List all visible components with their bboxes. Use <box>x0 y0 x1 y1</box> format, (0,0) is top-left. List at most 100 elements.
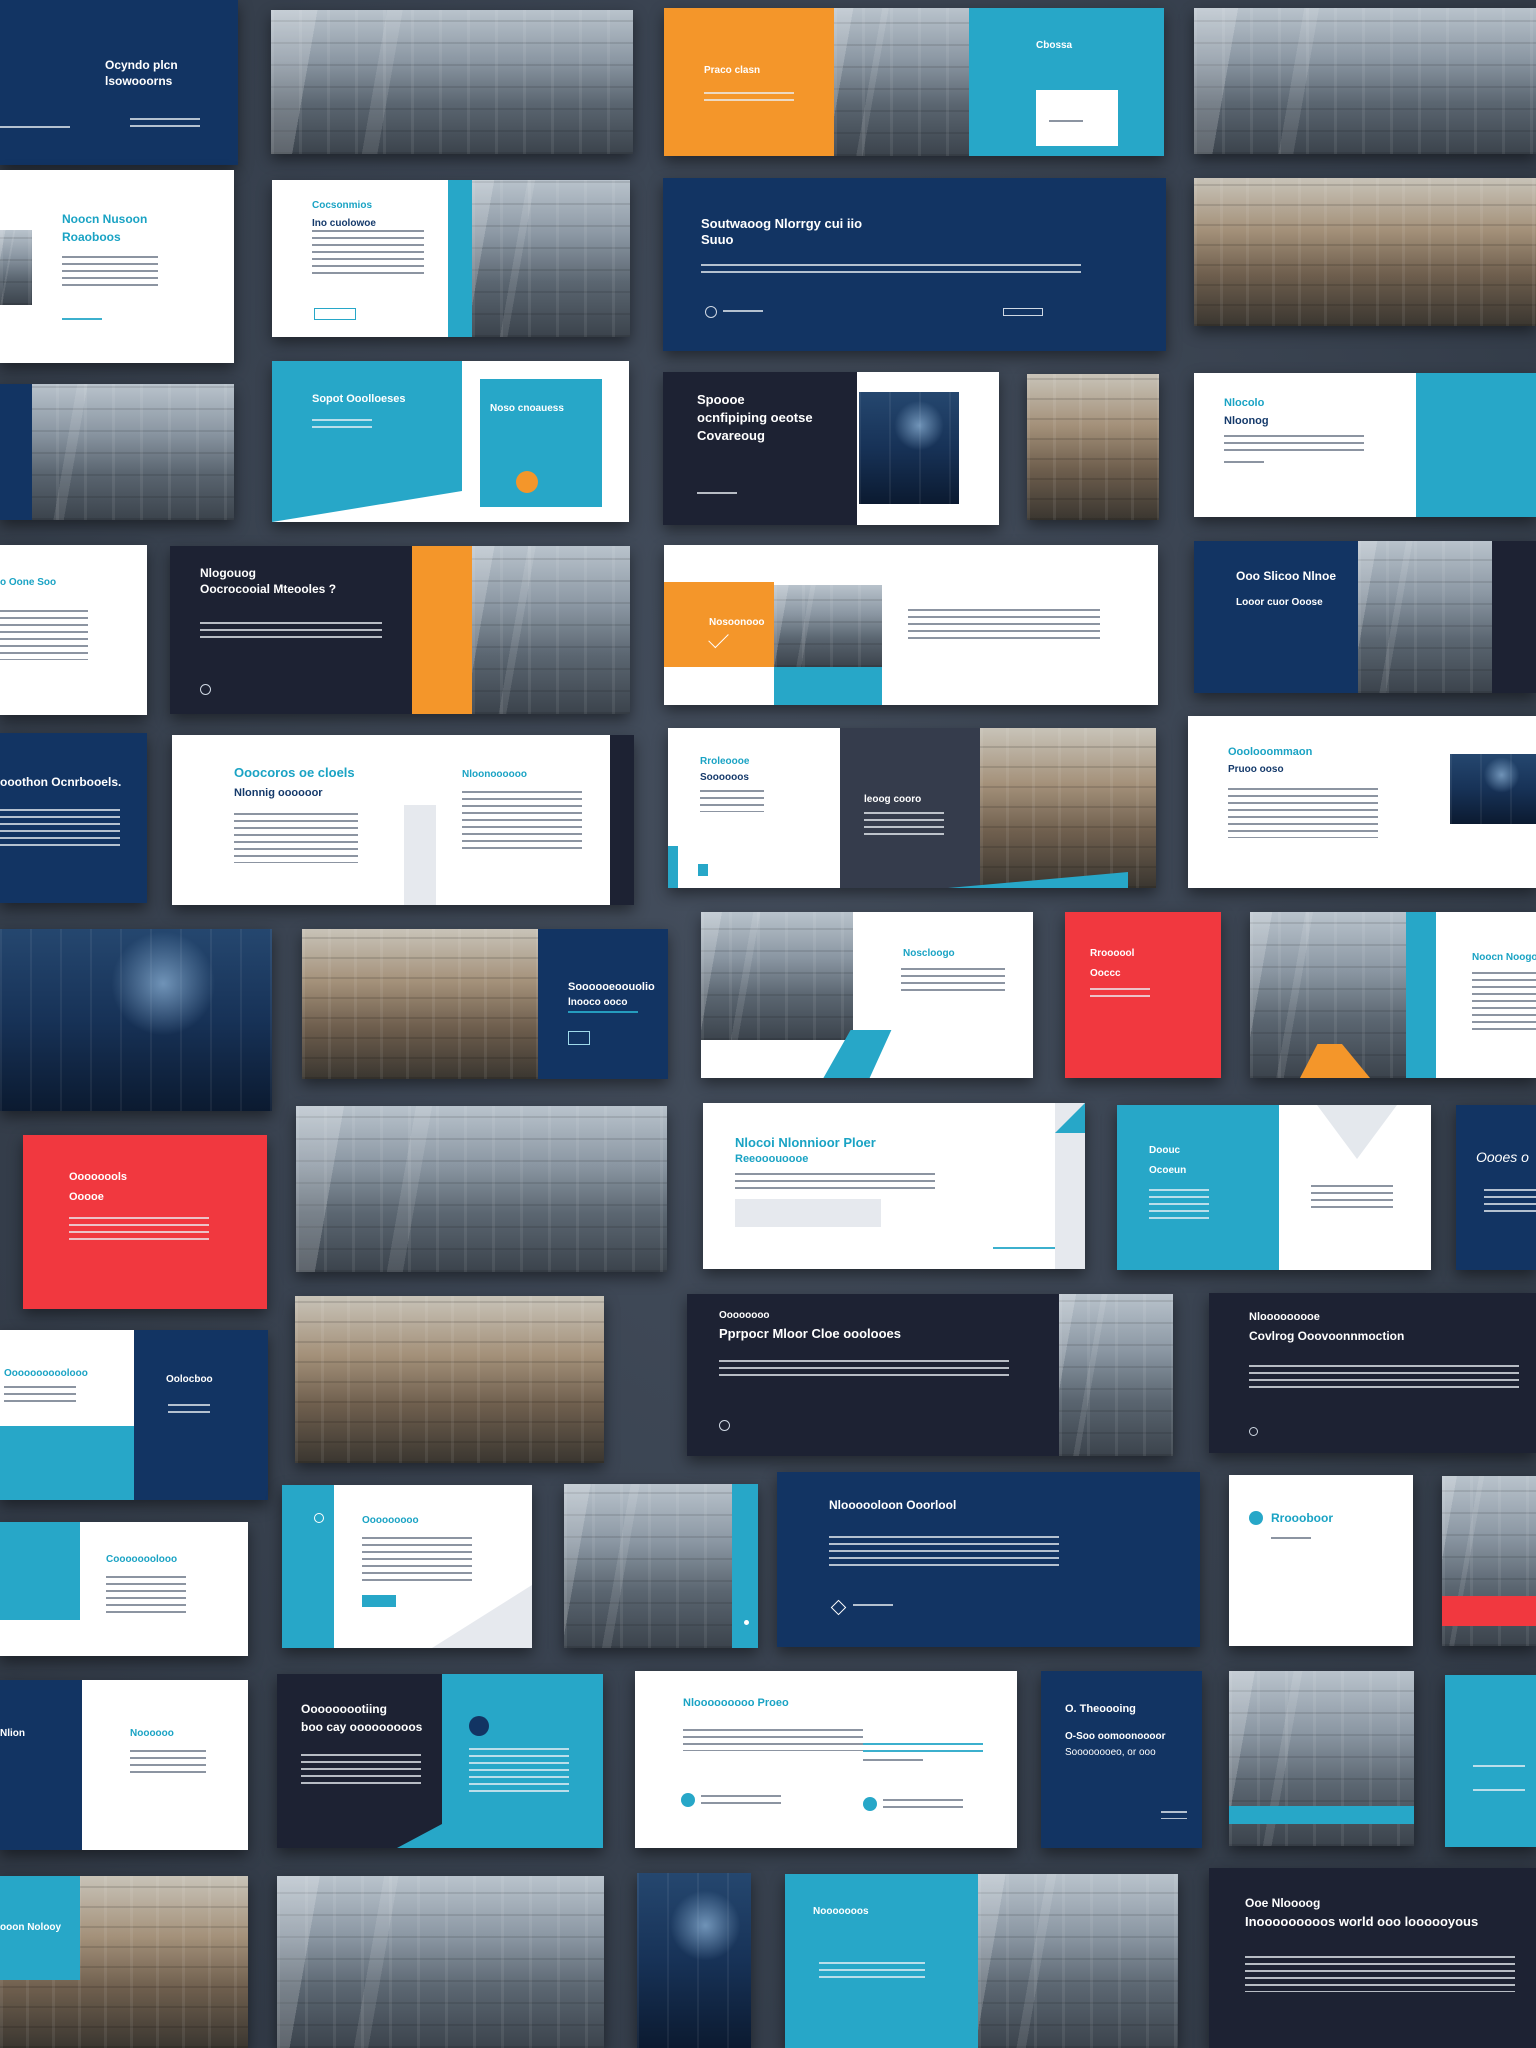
dot-icon <box>469 1716 489 1736</box>
slide-title: ooothon Ocnrbooels. <box>0 775 122 789</box>
slide-subtitle: Ooooe <box>69 1191 104 1203</box>
slide-title: Nosoonooo <box>709 617 765 628</box>
slide-thumbnail[interactable]: Ooe Nloooog Inooooooooos world ooo loooo… <box>1209 1868 1536 2048</box>
slide-body-text <box>69 1217 209 1243</box>
slide-subtitle: Oolocboo <box>166 1374 213 1385</box>
slide-body-text <box>1484 1189 1536 1215</box>
slide-photo[interactable] <box>271 10 633 154</box>
slide-thumbnail[interactable]: Nosoonooo <box>664 545 1158 705</box>
slide-thumbnail[interactable]: Cooooooolooo <box>0 1522 248 1656</box>
slide-body-text <box>735 1173 935 1189</box>
slide-title: Soooooeoouolio <box>568 981 655 993</box>
slide-thumbnail[interactable]: Cocsonmios Ino cuolowoe <box>272 180 630 337</box>
slide-title: Ooocoros oe cloels <box>234 765 355 780</box>
teal-strip <box>282 1485 334 1648</box>
slide-thumbnail[interactable]: Noocn Noogo <box>1250 912 1536 1078</box>
teal-strip <box>1406 912 1436 1078</box>
slide-title: Nlion <box>0 1728 25 1739</box>
slide-body-text <box>819 1962 925 1978</box>
slide-thumbnail[interactable]: Sopot Ooolloeses Noso cnoauess <box>272 361 629 522</box>
slide-photo[interactable] <box>1194 178 1536 326</box>
slide-thumbnail[interactable]: Ooocoros oe cloels Nlonnig oooooor Nloon… <box>172 735 634 905</box>
slide-photo[interactable] <box>277 1876 604 2048</box>
teal-strip <box>448 180 472 337</box>
slide-thumbnail[interactable]: Ooo Slicoo Nlnoe Looor cuor Ooose <box>1194 541 1536 693</box>
slide-thumbnail[interactable] <box>1445 1675 1536 1847</box>
slide-subtitle: ocnfipiping oeotse <box>697 410 813 425</box>
slide-title: Ooo Slicoo Nlnoe <box>1236 569 1337 583</box>
slide-body-text <box>0 610 88 660</box>
slide-thumbnail[interactable]: Ocyndo plcn lsowooorns <box>0 0 238 165</box>
slide-thumbnail[interactable]: Nloooooloon Ooorlool <box>777 1472 1200 1647</box>
slide-body-text <box>62 256 158 286</box>
slide-title: Soutwaoog Nlorrgy cui iio <box>701 216 863 231</box>
slide-thumbnail[interactable] <box>1229 1671 1414 1846</box>
slide-thumbnail[interactable]: Rroooool Ooccc <box>1065 912 1221 1078</box>
slide-thumbnail[interactable] <box>0 384 234 520</box>
slide-thumbnail[interactable] <box>564 1484 758 1648</box>
slide-thumbnail[interactable] <box>1442 1476 1536 1646</box>
teal-block <box>0 1426 134 1500</box>
slide-thumbnail[interactable]: Nlion Noooooo <box>0 1680 248 1850</box>
slide-subtitle: Soooooooeo, or ooo <box>1065 1747 1156 1758</box>
teal-panel <box>1416 373 1536 517</box>
slide-body-text <box>993 1247 1057 1251</box>
slide-thumbnail[interactable]: Soutwaoog Nlorrgy cui iio Suuo <box>663 178 1166 351</box>
slide-photo[interactable] <box>1027 374 1159 520</box>
slide-thumbnail[interactable]: Ooolooommaon Pruoo ooso <box>1188 716 1536 888</box>
slide-thumbnail[interactable]: Ooooooootiing boo cay ooooooooos <box>277 1674 603 1848</box>
slide-photo[interactable] <box>296 1106 667 1272</box>
slide-thumbnail[interactable]: Nooooooos <box>785 1874 1178 2048</box>
orange-strip <box>412 546 472 714</box>
slide-photo[interactable] <box>637 1873 751 2048</box>
slide-thumbnail[interactable]: Nlooooooooo Proeo <box>635 1671 1017 1848</box>
slide-body-text <box>1149 1189 1209 1219</box>
slide-body-text <box>1245 1956 1515 1992</box>
slide-thumbnail[interactable]: Doouc Ocoeun <box>1117 1105 1431 1270</box>
slide-thumbnail[interactable]: ooon Nolooy <box>0 1876 248 2048</box>
slide-thumbnail[interactable]: O. Theoooing O-Soo oomoonoooor Soooooooe… <box>1041 1671 1202 1848</box>
slide-photo <box>1059 1294 1173 1456</box>
slide-title: o Oone Soo <box>0 577 57 588</box>
slide-photo[interactable] <box>1194 8 1536 154</box>
slide-body-text <box>901 968 1005 996</box>
slide-template-board: Ocyndo plcn lsowooorns Praco clasn Cboss… <box>0 0 1536 2048</box>
slide-thumbnail[interactable]: ooothon Ocnrbooels. <box>0 733 147 903</box>
slide-photo[interactable] <box>0 929 272 1111</box>
slide-thumbnail[interactable]: Oooooooo Pprpocr Mloor Cloe ooolooes <box>687 1294 1173 1456</box>
slide-thumbnail[interactable]: Noocn Nusoon Roaoboos <box>0 170 234 363</box>
slide-thumbnail[interactable]: Nlooooooooe Covlrog Ooovoonnmoction <box>1209 1293 1536 1453</box>
slide-body-text <box>1161 1811 1187 1819</box>
slide-photo <box>980 728 1156 888</box>
slide-subtitle: Reeooouoooe <box>735 1153 809 1165</box>
slide-thumbnail[interactable]: Praco clasn Cbossa <box>664 8 1164 156</box>
slide-body-text <box>863 1743 983 1753</box>
slide-thumbnail[interactable]: Noscloogo <box>701 912 1033 1078</box>
slide-body-text <box>0 809 120 849</box>
slide-thumbnail[interactable]: Ooooooooo <box>282 1485 532 1648</box>
slide-thumbnail[interactable]: Nlogouog Oocrocooial Mteooles ? <box>170 546 630 714</box>
slide-thumbnail[interactable]: Spoooe ocnfipiping oeotse Covareoug <box>663 372 999 525</box>
slide-title: Nlogouog <box>200 566 256 580</box>
slide-thumbnail[interactable]: Oooooooooolooo Oolocboo <box>0 1330 268 1500</box>
slide-title: Ooe Nloooog <box>1245 1896 1321 1910</box>
slide-thumbnail[interactable]: Oooes o <box>1456 1105 1536 1270</box>
slide-body-text <box>1228 788 1378 838</box>
slide-thumbnail[interactable]: Oooooools Ooooe <box>23 1135 267 1309</box>
slide-photo <box>834 8 969 156</box>
dark-strip <box>610 735 634 905</box>
slide-thumbnail[interactable]: Rroooboor <box>1229 1475 1413 1646</box>
slide-title: Oooes o <box>1476 1149 1529 1165</box>
slide-thumbnail[interactable]: o Oone Soo <box>0 545 147 715</box>
slide-photo <box>978 1874 1178 2048</box>
slide-photo[interactable] <box>295 1296 604 1463</box>
slide-title: Cooooooolooo <box>106 1554 178 1565</box>
slide-thumbnail[interactable]: Nlocoi Nlonnioor Ploer Reeooouoooe <box>703 1103 1085 1269</box>
slide-title: Nlooooooooe <box>1249 1311 1320 1323</box>
slide-thumbnail[interactable]: Nlocolo Nloonog <box>1194 373 1536 517</box>
slide-thumbnail[interactable]: Rroleoooe Soooooos leoog cooro <box>668 728 1156 888</box>
slide-subtitle: leoog cooro <box>864 794 922 805</box>
slide-title: Nloooooloon Ooorlool <box>829 1498 957 1512</box>
slide-thumbnail[interactable]: Soooooeoouolio lnooco ooco <box>302 929 668 1079</box>
slide-title: Noocn Noogo <box>1472 952 1536 963</box>
